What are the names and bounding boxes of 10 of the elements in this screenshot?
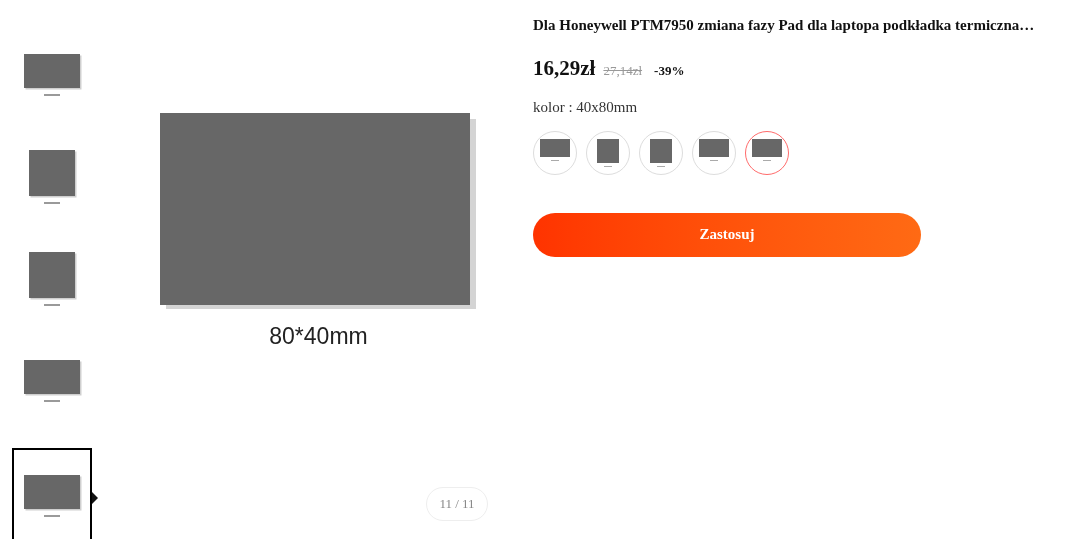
image-caption: 80*40mm [269, 322, 368, 351]
variant-swatch[interactable] [745, 130, 789, 175]
option-label: kolor : 40x80mm [533, 98, 639, 117]
thumbnail[interactable] [12, 448, 92, 539]
discount: -39% [654, 61, 685, 80]
price: 16,29zł [533, 54, 596, 82]
old-price: 27,14zł [603, 61, 643, 80]
product-title: Dla Honeywell PTM7950 zmiana fazy Pad dla laptopa podkładka termiczna… [533, 16, 1035, 35]
apply-button[interactable]: Zastosuj [533, 212, 921, 257]
pointer-icon [92, 492, 98, 504]
